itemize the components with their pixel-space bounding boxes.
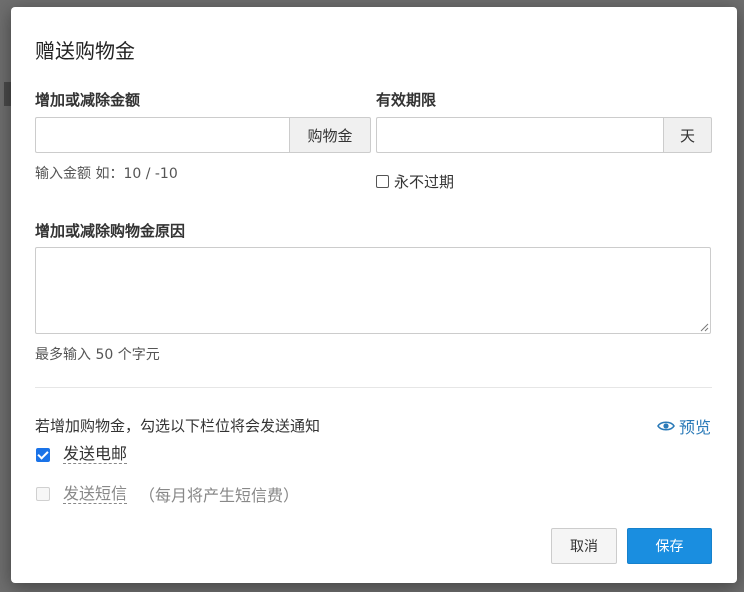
- divider: [35, 387, 712, 388]
- amount-input-group: 购物金: [35, 117, 371, 153]
- amount-label: 增加或减除金额: [35, 91, 141, 109]
- validity-input-group: 天: [376, 117, 712, 153]
- send-sms-option[interactable]: 发送短信 （每月将产生短信费）: [36, 482, 299, 506]
- reason-hint: 最多输入 50 个字元: [35, 347, 160, 363]
- notify-description: 若增加购物金，勾选以下栏位将会发送通知: [35, 417, 321, 435]
- gift-credit-dialog: 赠送购物金 增加或减除金额 购物金 输入金额 如：10 / -10 有效期限 天…: [11, 7, 737, 583]
- never-expire-label: 永不过期: [394, 173, 455, 191]
- sms-fee-note: （每月将产生短信费）: [139, 486, 300, 505]
- never-expire-checkbox[interactable]: [376, 175, 389, 188]
- never-expire-option[interactable]: 永不过期: [376, 171, 454, 192]
- amount-addon: 购物金: [289, 117, 371, 153]
- validity-input[interactable]: [376, 117, 663, 153]
- reason-textarea[interactable]: [35, 247, 711, 334]
- reason-label: 增加或减除购物金原因: [35, 222, 186, 240]
- preview-label: 预览: [679, 418, 712, 437]
- resize-handle-icon[interactable]: [700, 323, 709, 332]
- validity-label: 有效期限: [376, 91, 437, 109]
- cancel-button[interactable]: 取消: [551, 528, 617, 564]
- send-sms-label[interactable]: 发送短信: [63, 484, 128, 504]
- amount-hint: 输入金额 如：10 / -10: [35, 166, 178, 182]
- send-email-option[interactable]: 发送电邮: [36, 445, 128, 464]
- validity-addon: 天: [663, 117, 712, 153]
- dialog-title: 赠送购物金: [35, 39, 135, 63]
- send-email-label[interactable]: 发送电邮: [63, 445, 128, 464]
- preview-link[interactable]: 预览: [657, 414, 711, 438]
- save-button[interactable]: 保存: [627, 528, 712, 564]
- amount-input[interactable]: [35, 117, 289, 153]
- send-sms-checkbox[interactable]: [36, 487, 50, 501]
- eye-icon: [657, 421, 675, 431]
- send-email-checkbox[interactable]: [36, 447, 50, 462]
